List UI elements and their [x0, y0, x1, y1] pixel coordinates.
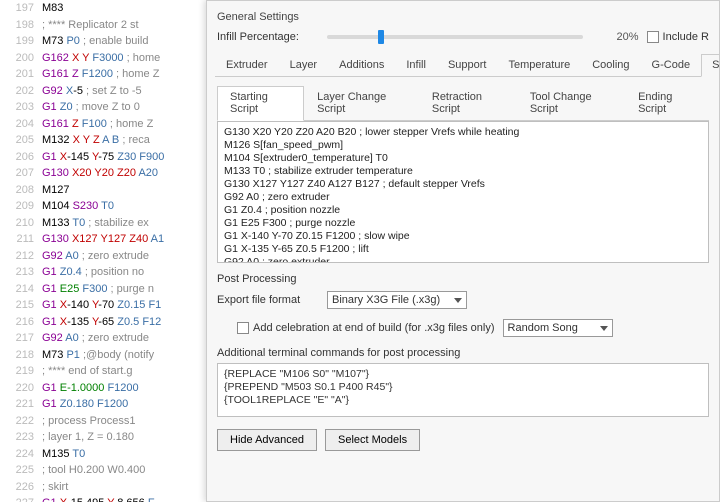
general-settings-title: General Settings	[217, 11, 709, 23]
tab-infill[interactable]: Infill	[395, 54, 437, 77]
tab-g-code[interactable]: G-Code	[641, 54, 702, 77]
infill-slider[interactable]	[327, 35, 583, 39]
addl-commands-textarea[interactable]: {REPLACE "M106 S0" "M107"}{PREPEND "M503…	[217, 363, 709, 417]
chevron-down-icon	[454, 298, 462, 303]
tab-additions[interactable]: Additions	[328, 54, 395, 77]
addl-commands-label: Additional terminal commands for post pr…	[217, 347, 709, 359]
celebration-checkbox[interactable]: Add celebration at end of build (for .x3…	[237, 322, 495, 334]
infill-label: Infill Percentage:	[217, 31, 319, 43]
tab-extruder[interactable]: Extruder	[215, 54, 279, 77]
subtab-starting-script[interactable]: Starting Script	[217, 86, 304, 121]
tab-layer[interactable]: Layer	[279, 54, 329, 77]
tab-cooling[interactable]: Cooling	[581, 54, 640, 77]
subtab-tool-change-script[interactable]: Tool Change Script	[517, 86, 625, 121]
subtab-layer-change-script[interactable]: Layer Change Script	[304, 86, 419, 121]
tab-support[interactable]: Support	[437, 54, 498, 77]
settings-panel: General Settings Infill Percentage: 20% …	[206, 0, 720, 502]
post-processing-title: Post Processing	[217, 273, 709, 285]
export-format-select[interactable]: Binary X3G File (.x3g)	[327, 291, 467, 309]
hide-advanced-button[interactable]: Hide Advanced	[217, 429, 317, 451]
include-checkbox[interactable]: Include R	[647, 31, 709, 43]
subtab-ending-script[interactable]: Ending Script	[625, 86, 709, 121]
gcode-editor[interactable]: 197M83198; **** Replicator 2 st199M73 P0…	[0, 0, 225, 502]
tab-scripts[interactable]: Scripts	[701, 54, 720, 77]
subtab-retraction-script[interactable]: Retraction Script	[419, 86, 517, 121]
starting-script-textarea[interactable]: G130 X20 Y20 Z20 A20 B20 ; lower stepper…	[217, 121, 709, 263]
chevron-down-icon	[600, 326, 608, 331]
infill-percent: 20%	[591, 31, 639, 43]
export-format-label: Export file format	[217, 294, 319, 306]
select-models-button[interactable]: Select Models	[325, 429, 420, 451]
main-tabs: ExtruderLayerAdditionsInfillSupportTempe…	[215, 53, 711, 77]
tab-temperature[interactable]: Temperature	[497, 54, 581, 77]
song-select[interactable]: Random Song	[503, 319, 613, 337]
script-tabs: Starting ScriptLayer Change ScriptRetrac…	[217, 85, 709, 121]
